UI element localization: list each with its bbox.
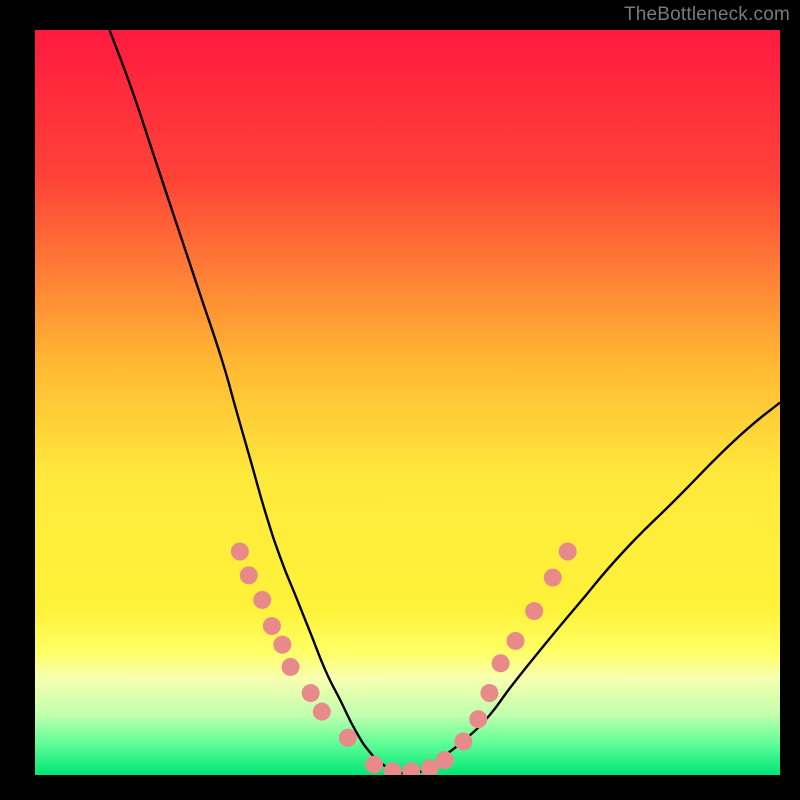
- curve-marker: [454, 732, 472, 750]
- curve-marker: [559, 543, 577, 561]
- curve-marker: [339, 729, 357, 747]
- curve-marker: [492, 654, 510, 672]
- curve-marker: [282, 658, 300, 676]
- chart-stage: TheBottleneck.com: [0, 0, 800, 800]
- curve-marker: [480, 684, 498, 702]
- curve-marker: [263, 617, 281, 635]
- curve-marker: [273, 636, 291, 654]
- curve-marker: [240, 566, 258, 584]
- curve-marker: [544, 569, 562, 587]
- chart-svg: [0, 0, 800, 800]
- curve-marker: [469, 710, 487, 728]
- curve-marker: [253, 591, 271, 609]
- curve-marker: [313, 703, 331, 721]
- curve-marker: [231, 543, 249, 561]
- watermark-label: TheBottleneck.com: [624, 4, 790, 26]
- curve-marker: [436, 751, 454, 769]
- curve-marker: [507, 632, 525, 650]
- plot-background: [35, 30, 780, 775]
- curve-marker: [525, 602, 543, 620]
- curve-marker: [384, 762, 402, 780]
- curve-marker: [365, 756, 383, 774]
- curve-marker: [302, 684, 320, 702]
- curve-marker: [402, 762, 420, 780]
